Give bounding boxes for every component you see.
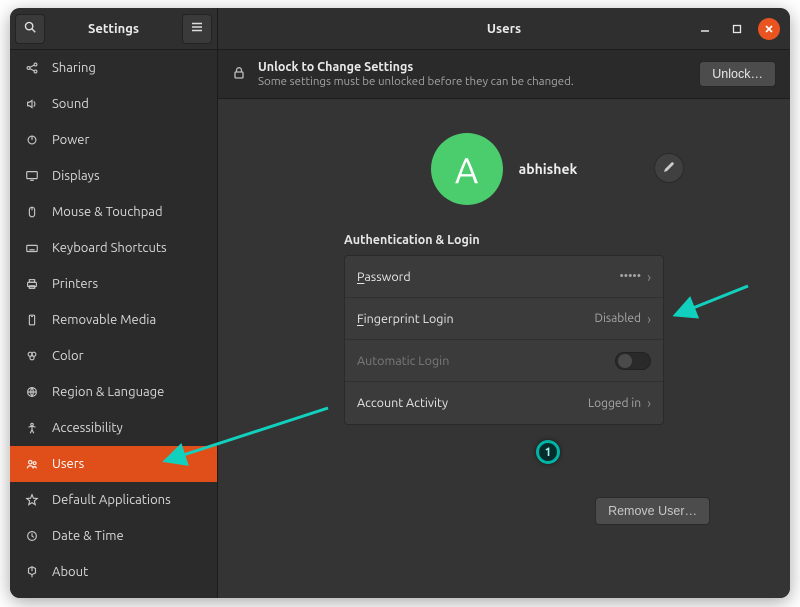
sound-icon xyxy=(24,96,40,112)
sidebar-item-mouse-touchpad[interactable]: Mouse & Touchpad xyxy=(10,194,217,230)
maximize-button[interactable] xyxy=(726,18,748,40)
hamburger-icon xyxy=(190,20,204,37)
sidebar-item-power[interactable]: Power xyxy=(10,122,217,158)
window-controls xyxy=(694,18,790,40)
minimize-button[interactable] xyxy=(694,18,716,40)
titlebar: Settings Users xyxy=(10,8,790,50)
sidebar-item-label: Removable Media xyxy=(52,313,156,327)
body: Sharing Sound Power Displays Mouse & Touchpa… xyxy=(10,50,790,598)
content: Unlock to Change Settings Some settings … xyxy=(218,50,790,598)
titlebar-left: Settings xyxy=(10,8,218,49)
annotation-arrow-2 xyxy=(218,50,790,598)
sidebar-item-label: Region & Language xyxy=(52,385,164,399)
close-icon xyxy=(764,24,774,34)
sidebar-item-label: Displays xyxy=(52,169,100,183)
sidebar-item-label: Sharing xyxy=(52,61,96,75)
color-icon xyxy=(24,348,40,364)
sidebar-item-label: About xyxy=(52,565,88,579)
sidebar-item-label: Sound xyxy=(52,97,89,111)
clock-icon xyxy=(24,528,40,544)
sidebar-item-label: Default Applications xyxy=(52,493,171,507)
a11y-icon xyxy=(24,420,40,436)
minimize-icon xyxy=(700,24,710,34)
sidebar-item-label: Accessibility xyxy=(52,421,123,435)
about-icon xyxy=(24,564,40,580)
share-icon xyxy=(24,60,40,76)
sidebar-item-default-applications[interactable]: Default Applications xyxy=(10,482,217,518)
sidebar-item-label: Date & Time xyxy=(52,529,124,543)
users-icon xyxy=(24,456,40,472)
sidebar-item-date-time[interactable]: Date & Time xyxy=(10,518,217,554)
app-title: Settings xyxy=(50,22,177,36)
sidebar-item-region-language[interactable]: Region & Language xyxy=(10,374,217,410)
maximize-icon xyxy=(732,24,742,34)
sidebar-item-sound[interactable]: Sound xyxy=(10,86,217,122)
displays-icon xyxy=(24,168,40,184)
apps-icon xyxy=(24,492,40,508)
hamburger-menu-button[interactable] xyxy=(182,14,212,44)
sidebar-item-about[interactable]: About xyxy=(10,554,217,590)
keyboard-icon xyxy=(24,240,40,256)
region-icon xyxy=(24,384,40,400)
sidebar-item-label: Color xyxy=(52,349,84,363)
sidebar-item-accessibility[interactable]: Accessibility xyxy=(10,410,217,446)
sidebar-item-label: Keyboard Shortcuts xyxy=(52,241,167,255)
search-button[interactable] xyxy=(15,14,45,44)
sidebar-item-removable-media[interactable]: Removable Media xyxy=(10,302,217,338)
sidebar-item-printers[interactable]: Printers xyxy=(10,266,217,302)
sidebar-item-keyboard-shortcuts[interactable]: Keyboard Shortcuts xyxy=(10,230,217,266)
sidebar-item-sharing[interactable]: Sharing xyxy=(10,50,217,86)
sidebar-item-displays[interactable]: Displays xyxy=(10,158,217,194)
close-button[interactable] xyxy=(758,18,780,40)
sidebar-item-label: Mouse & Touchpad xyxy=(52,205,163,219)
settings-window: Settings Users Shari xyxy=(10,8,790,598)
sidebar-item-label: Printers xyxy=(52,277,98,291)
search-icon xyxy=(23,20,37,37)
sidebar-item-color[interactable]: Color xyxy=(10,338,217,374)
titlebar-right: Users xyxy=(218,8,790,49)
sidebar-item-label: Users xyxy=(52,457,84,471)
sidebar-item-users[interactable]: Users xyxy=(10,446,217,482)
sidebar-item-label: Power xyxy=(52,133,89,147)
printer-icon xyxy=(24,276,40,292)
mouse-icon xyxy=(24,204,40,220)
media-icon xyxy=(24,312,40,328)
power-icon xyxy=(24,132,40,148)
sidebar: Sharing Sound Power Displays Mouse & Touchpa… xyxy=(10,50,218,598)
